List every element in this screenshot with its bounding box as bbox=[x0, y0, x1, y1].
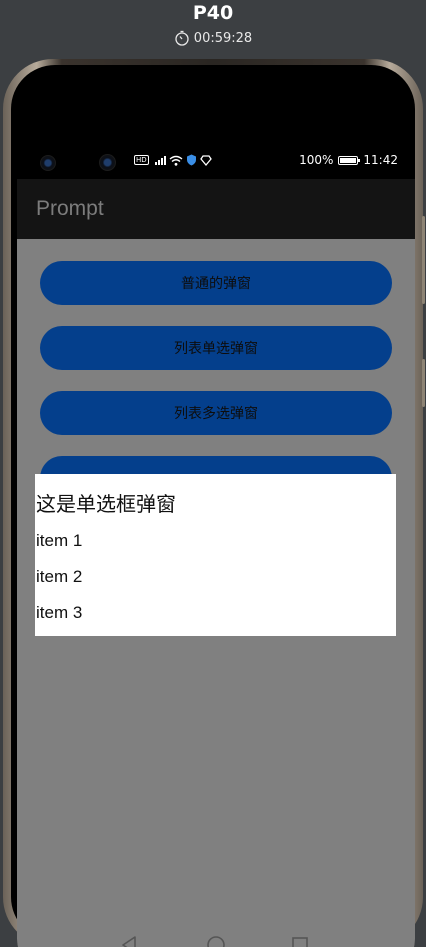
status-icons-right: 100% 11:42 bbox=[299, 152, 398, 168]
status-icons-left: HD bbox=[134, 153, 212, 167]
front-camera-icon bbox=[99, 154, 116, 171]
diamond-icon bbox=[199, 154, 212, 166]
clock: 11:42 bbox=[363, 153, 398, 167]
session-timer: 00:59:28 bbox=[0, 28, 426, 48]
stopwatch-icon bbox=[175, 30, 189, 46]
battery-percent: 100% bbox=[299, 153, 334, 167]
dialog-title: 这是单选框弹窗 bbox=[36, 492, 176, 516]
shield-icon bbox=[186, 154, 196, 166]
signal-icon bbox=[154, 156, 166, 165]
back-triangle-icon[interactable] bbox=[120, 935, 138, 947]
emulator-window: P40 00:59:28 HD 100% 11:42 Prompt 普通的弹窗 … bbox=[0, 0, 426, 947]
hd-badge: HD bbox=[134, 155, 149, 165]
recents-square-icon[interactable] bbox=[291, 935, 309, 947]
phone-frame: HD 100% 11:42 Prompt 普通的弹窗 列表单选弹窗 列表多选弹窗… bbox=[3, 59, 425, 947]
wifi-icon bbox=[169, 155, 183, 166]
status-bar: HD 100% 11:42 bbox=[17, 121, 415, 179]
multi-choice-dialog-button[interactable]: 列表多选弹窗 bbox=[40, 391, 392, 435]
content-area[interactable]: 普通的弹窗 列表单选弹窗 列表多选弹窗 这是单选框弹窗 item 1 item … bbox=[17, 239, 415, 947]
volume-button[interactable] bbox=[422, 216, 425, 304]
battery-icon bbox=[338, 155, 361, 165]
app-bar: Prompt bbox=[17, 179, 415, 239]
power-button[interactable] bbox=[422, 359, 425, 407]
single-choice-dialog-button[interactable]: 列表单选弹窗 bbox=[40, 326, 392, 370]
front-camera-icon bbox=[40, 155, 56, 171]
normal-dialog-button[interactable]: 普通的弹窗 bbox=[40, 261, 392, 305]
dialog-item-1[interactable]: item 1 bbox=[36, 531, 82, 551]
dialog-item-2[interactable]: item 2 bbox=[36, 567, 82, 587]
timer-text: 00:59:28 bbox=[193, 30, 253, 46]
phone-screen: HD 100% 11:42 Prompt 普通的弹窗 列表单选弹窗 列表多选弹窗… bbox=[17, 121, 415, 947]
dialog-item-3[interactable]: item 3 bbox=[36, 603, 82, 623]
home-circle-icon[interactable] bbox=[206, 935, 226, 947]
single-choice-dialog: 这是单选框弹窗 item 1 item 2 item 3 bbox=[35, 474, 396, 636]
navigation-bar bbox=[17, 917, 415, 947]
device-name: P40 bbox=[192, 2, 234, 24]
app-title: Prompt bbox=[36, 197, 104, 220]
